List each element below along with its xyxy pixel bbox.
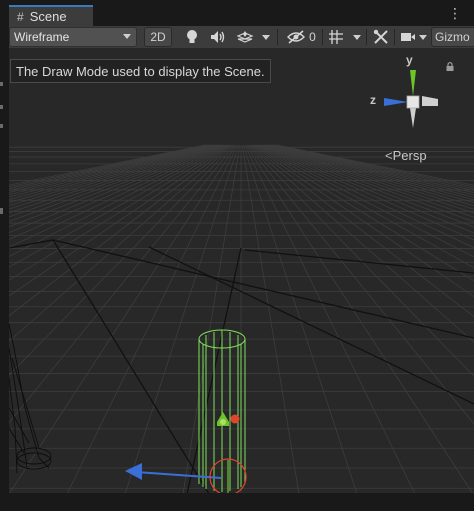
hidden-objects-toggle[interactable]: 0: [281, 26, 321, 48]
axis-z-label: z: [370, 93, 376, 107]
chevron-down-icon: [123, 34, 131, 39]
gizmos-button[interactable]: Gizmo: [431, 27, 474, 47]
gizmo-center-cube[interactable]: [406, 95, 420, 109]
projection-label: Persp: [392, 148, 427, 163]
more-vertical-icon[interactable]: ⋮: [448, 6, 462, 20]
scene-window: # Scene ⋮ Wireframe 2D 0 Gizmo The Draw …: [0, 0, 474, 511]
left-edge-mark: [0, 82, 3, 86]
grid-dropdown[interactable]: [350, 26, 364, 48]
left-edge-mark: [0, 105, 3, 109]
tools-toggle[interactable]: [370, 26, 392, 48]
wireframe-cylinder: [198, 329, 246, 492]
tab-scene[interactable]: # Scene: [9, 5, 93, 26]
toolbar-divider: [366, 29, 367, 45]
gizmos-label: Gizmo: [435, 30, 470, 44]
draw-mode-tooltip: The Draw Mode used to display the Scene.: [10, 59, 271, 83]
tab-label: Scene: [29, 9, 67, 24]
camera-dropdown[interactable]: [417, 26, 429, 48]
orientation-gizmo[interactable]: [378, 66, 460, 138]
camera-toggle[interactable]: [397, 26, 419, 48]
tooltip-text: The Draw Mode used to display the Scene.: [16, 63, 265, 79]
neg-y-axis-cone[interactable]: [410, 108, 416, 128]
speaker-icon: [211, 31, 225, 43]
projection-toggle[interactable]: <Persp: [385, 148, 427, 163]
y-axis-cone[interactable]: [410, 70, 416, 96]
left-edge-mark: [0, 208, 3, 214]
chevron-down-icon: [262, 34, 270, 40]
grid-snap-icon: [329, 30, 343, 44]
window-bottom-edge: [9, 493, 474, 511]
lightbulb-icon: [187, 30, 197, 43]
audio-toggle[interactable]: [207, 26, 229, 48]
effects-toggle[interactable]: [234, 26, 256, 48]
left-panel-edge: [0, 0, 9, 511]
grid-snap-toggle[interactable]: [325, 26, 347, 48]
draw-mode-dropdown[interactable]: Wireframe: [9, 27, 137, 47]
effects-icon: [236, 31, 254, 43]
toggle-2d-button[interactable]: 2D: [144, 27, 172, 47]
toolbar-divider: [394, 29, 395, 45]
toolbar-divider: [277, 29, 278, 45]
z-axis-cone[interactable]: [384, 98, 408, 106]
scene-toolbar: Wireframe 2D 0 Gizmo: [9, 26, 474, 49]
axis-y-label: y: [406, 53, 413, 67]
neg-x-axis-cone[interactable]: [422, 96, 438, 106]
hidden-count: 0: [309, 30, 316, 44]
eye-slash-icon: [287, 30, 306, 44]
toolbar-divider: [322, 29, 323, 45]
persp-icon: <: [385, 148, 393, 163]
chevron-down-icon: [353, 34, 361, 40]
left-edge-mark: [0, 124, 3, 128]
effects-dropdown[interactable]: [259, 26, 273, 48]
camera-icon: [401, 33, 415, 41]
draw-mode-value: Wireframe: [14, 30, 70, 44]
tab-bar: # Scene ⋮: [9, 0, 474, 26]
lighting-toggle[interactable]: [181, 26, 203, 48]
tools-icon: [373, 29, 388, 44]
chevron-down-icon: [419, 34, 427, 40]
toggle-2d-label: 2D: [150, 30, 166, 44]
grid-icon: #: [17, 9, 24, 24]
